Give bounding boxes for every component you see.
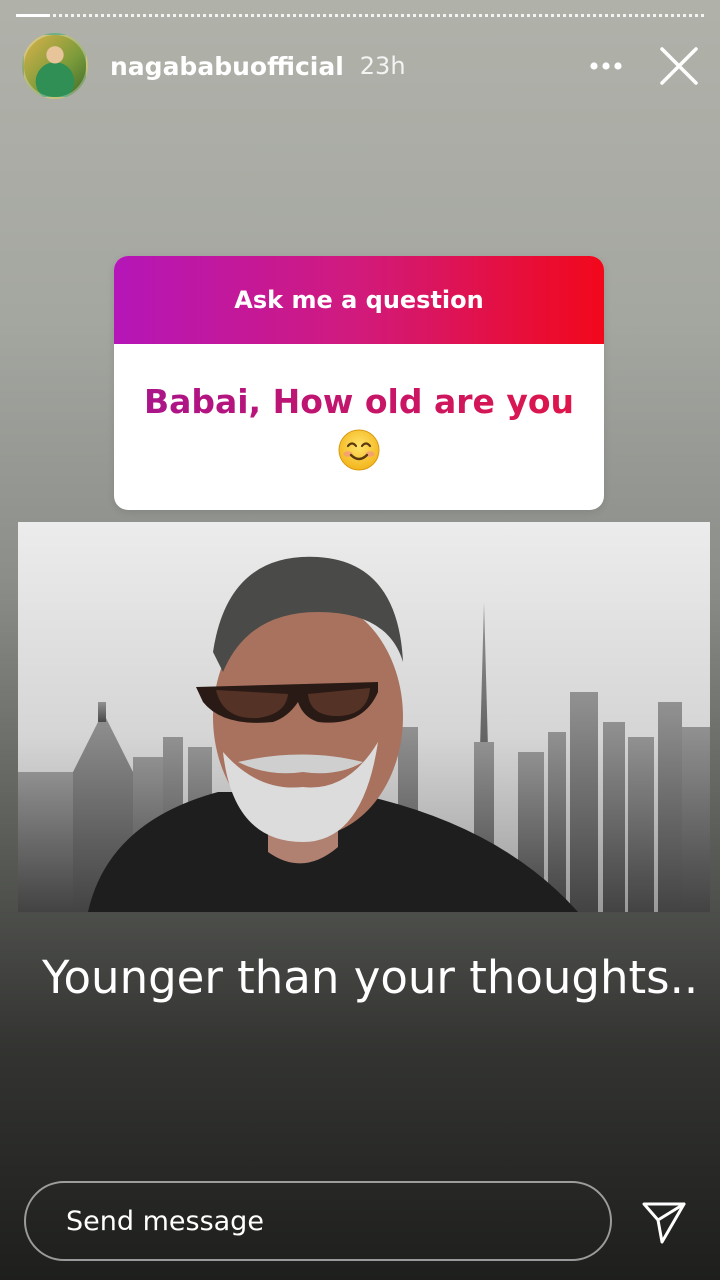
sticker-title: Ask me a question: [114, 256, 604, 344]
send-message-input[interactable]: [64, 1204, 568, 1238]
photo-illustration: [18, 522, 710, 912]
username[interactable]: nagababuofficial: [110, 52, 344, 81]
question-sticker[interactable]: Ask me a question Babai, How old are you: [114, 256, 604, 510]
close-icon[interactable]: [656, 43, 702, 89]
more-horizontal-icon[interactable]: [584, 44, 628, 88]
send-icon[interactable]: [640, 1198, 688, 1246]
smiling-face-icon: [337, 428, 381, 476]
photo-image: [18, 522, 710, 912]
story-progress-fill: [16, 14, 51, 17]
post-time: 23h: [359, 52, 406, 80]
story-caption: Younger than your thoughts..: [42, 951, 699, 1004]
message-box[interactable]: [24, 1181, 612, 1261]
story-progress-bar: [16, 14, 704, 20]
sticker-question: Babai, How old are you: [114, 382, 604, 422]
sticker-body: Babai, How old are you: [114, 344, 604, 476]
profile-avatar[interactable]: [22, 33, 88, 99]
story-header: nagababuofficial 23h: [22, 33, 702, 99]
